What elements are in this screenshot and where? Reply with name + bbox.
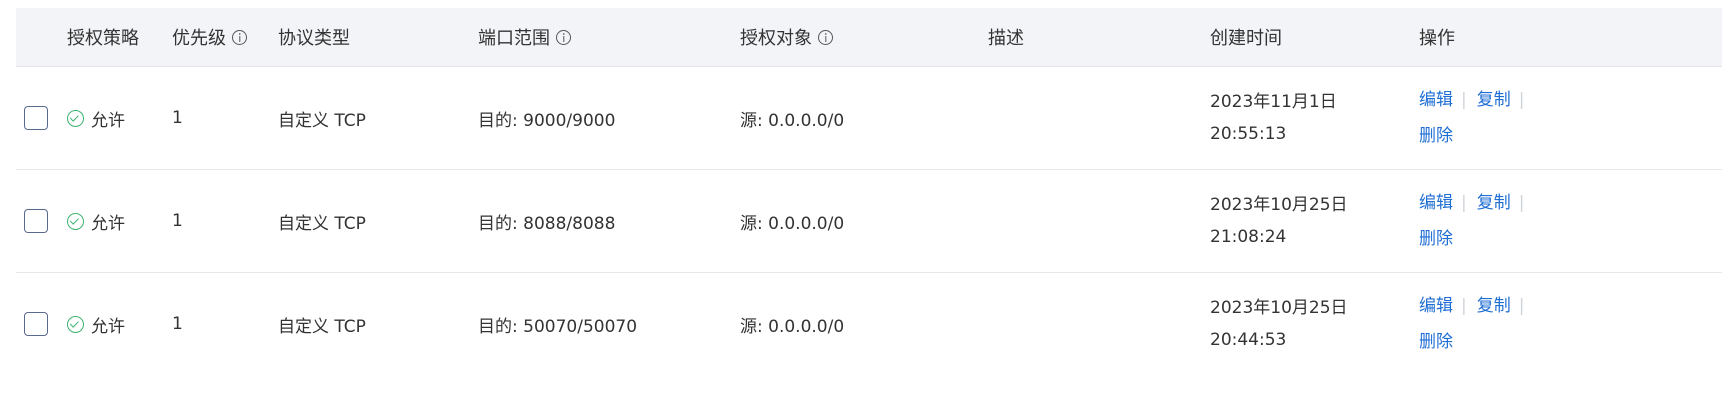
separator: | [1461,90,1467,110]
header-protocol: 协议类型 [278,8,350,66]
header-port-range-label: 端口范围 [478,28,550,49]
table-row: 允许 1 自定义 TCP 目的: 8088/8088 源: 0.0.0.0/0 … [16,170,1722,273]
header-target: 授权对象 [740,8,833,66]
created-date: 2023年10月25日 [1210,298,1348,318]
port-value: 目的: 9000/9000 [478,110,616,131]
copy-link[interactable]: 复制 [1477,90,1511,110]
priority-cell: 1 [172,273,183,375]
delete-link[interactable]: 删除 [1419,118,1453,154]
source-cell: 源: 0.0.0.0/0 [740,67,844,169]
row-checkbox[interactable] [24,209,48,233]
actions-line: 编辑 | 复制 | [1419,185,1524,221]
priority-value: 1 [172,108,183,128]
info-icon[interactable] [818,29,833,45]
port-cell: 目的: 8088/8088 [478,170,615,272]
port-value: 目的: 50070/50070 [478,316,638,337]
separator: | [1518,193,1525,213]
row-checkbox-cell [24,170,48,272]
source-value: 源: 0.0.0.0/0 [740,110,845,131]
policy-label: 允许 [91,110,125,131]
header-target-label: 授权对象 [740,28,812,49]
source-value: 源: 0.0.0.0/0 [740,213,845,234]
policy-label: 允许 [91,316,125,337]
protocol-cell: 自定义 TCP [278,273,366,375]
priority-value: 1 [172,314,183,334]
info-icon[interactable] [232,29,247,45]
priority-cell: 1 [172,170,183,272]
priority-value: 1 [172,211,183,231]
copy-link[interactable]: 复制 [1477,296,1511,316]
actions-line: 编辑 | 复制 | [1419,288,1524,324]
header-created: 创建时间 [1210,8,1282,66]
priority-cell: 1 [172,67,183,169]
separator: | [1461,193,1467,213]
source-cell: 源: 0.0.0.0/0 [740,170,844,272]
header-actions-label: 操作 [1419,28,1455,49]
separator: | [1518,90,1525,110]
created-cell: 2023年11月1日 20:55:13 [1210,67,1337,169]
edit-link[interactable]: 编辑 [1419,193,1453,213]
check-circle-icon [67,212,84,230]
edit-link[interactable]: 编辑 [1419,296,1453,316]
header-policy: 授权策略 [67,8,139,66]
delete-link[interactable]: 删除 [1419,221,1453,257]
row-checkbox-cell [24,273,48,375]
policy-cell: 允许 [67,170,125,272]
source-value: 源: 0.0.0.0/0 [740,316,845,337]
header-port-range: 端口范围 [478,8,571,66]
row-checkbox-cell [24,67,48,169]
header-priority-label: 优先级 [172,28,226,49]
created-cell: 2023年10月25日 20:44:53 [1210,273,1348,375]
policy-cell: 允许 [67,273,125,375]
created-date: 2023年10月25日 [1210,195,1348,215]
info-icon[interactable] [556,29,571,45]
created-time: 20:44:53 [1210,330,1287,350]
edit-link[interactable]: 编辑 [1419,90,1453,110]
source-cell: 源: 0.0.0.0/0 [740,273,844,375]
header-protocol-label: 协议类型 [278,28,350,49]
header-description: 描述 [988,8,1024,66]
protocol-value: 自定义 TCP [278,110,366,131]
separator: | [1518,296,1525,316]
header-priority: 优先级 [172,8,247,66]
port-value: 目的: 8088/8088 [478,213,616,234]
table-header: 授权策略 优先级 协议类型 端口范围 授权对象 描述 创建时间 操作 [16,8,1722,67]
actions-line: 编辑 | 复制 | [1419,82,1524,118]
row-checkbox[interactable] [24,312,48,336]
row-checkbox[interactable] [24,106,48,130]
check-circle-icon [67,315,84,333]
security-rules-table: 授权策略 优先级 协议类型 端口范围 授权对象 描述 创建时间 操作 允许 1 … [16,8,1722,375]
header-actions: 操作 [1419,8,1455,66]
policy-label: 允许 [91,213,125,234]
created-time: 20:55:13 [1210,124,1287,144]
check-circle-icon [67,109,84,127]
delete-link[interactable]: 删除 [1419,324,1453,360]
protocol-cell: 自定义 TCP [278,170,366,272]
actions-cell: 编辑 | 复制 | 删除 [1419,67,1524,169]
table-row: 允许 1 自定义 TCP 目的: 50070/50070 源: 0.0.0.0/… [16,273,1722,375]
table-row: 允许 1 自定义 TCP 目的: 9000/9000 源: 0.0.0.0/0 … [16,67,1722,170]
separator: | [1461,296,1467,316]
protocol-cell: 自定义 TCP [278,67,366,169]
actions-cell: 编辑 | 复制 | 删除 [1419,170,1524,272]
copy-link[interactable]: 复制 [1477,193,1511,213]
header-policy-label: 授权策略 [67,28,139,49]
port-cell: 目的: 9000/9000 [478,67,615,169]
header-description-label: 描述 [988,28,1024,49]
protocol-value: 自定义 TCP [278,316,366,337]
created-cell: 2023年10月25日 21:08:24 [1210,170,1348,272]
header-created-label: 创建时间 [1210,28,1282,49]
policy-cell: 允许 [67,67,125,169]
actions-cell: 编辑 | 复制 | 删除 [1419,273,1524,375]
created-time: 21:08:24 [1210,227,1287,247]
protocol-value: 自定义 TCP [278,213,366,234]
port-cell: 目的: 50070/50070 [478,273,637,375]
created-date: 2023年11月1日 [1210,92,1337,112]
